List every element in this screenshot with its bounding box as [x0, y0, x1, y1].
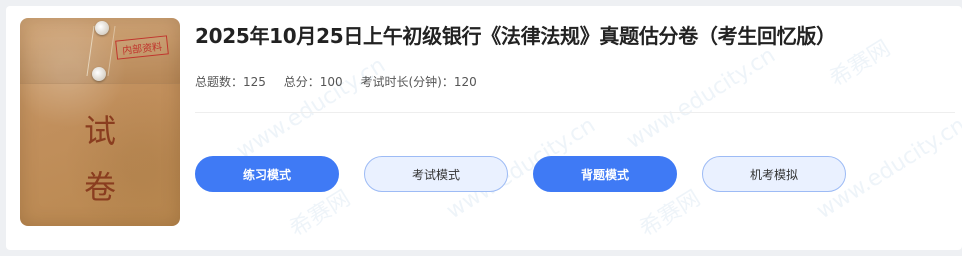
cover-button-icon: [95, 21, 109, 35]
memorize-mode-button[interactable]: 背题模式: [533, 156, 677, 192]
computer-exam-simulation-button[interactable]: 机考模拟: [702, 156, 846, 192]
exam-title[interactable]: 2025年10月25日上午初级银行《法律法规》真题估分卷（考生回忆版）: [195, 20, 836, 49]
exam-cover-image[interactable]: 内部资料 试 卷: [20, 18, 180, 226]
practice-mode-button[interactable]: 练习模式: [195, 156, 339, 192]
exam-mode-button[interactable]: 考试模式: [364, 156, 508, 192]
exam-card: www.educity.cn www.educity.cn www.educit…: [6, 6, 962, 250]
total-score: 总分：100: [283, 75, 343, 89]
cover-button-icon: [92, 67, 106, 81]
watermark: www.educity.cn: [622, 42, 780, 155]
divider: [195, 112, 955, 113]
exam-meta: 总题数：125 总分：100 考试时长(分钟)：120: [195, 73, 491, 90]
watermark: www.educity.cn: [232, 52, 390, 165]
exam-duration: 考试时长(分钟)：120: [360, 75, 477, 89]
total-questions: 总题数：125: [195, 75, 266, 89]
cover-char: 试: [83, 112, 116, 150]
cover-char: 卷: [83, 168, 116, 206]
